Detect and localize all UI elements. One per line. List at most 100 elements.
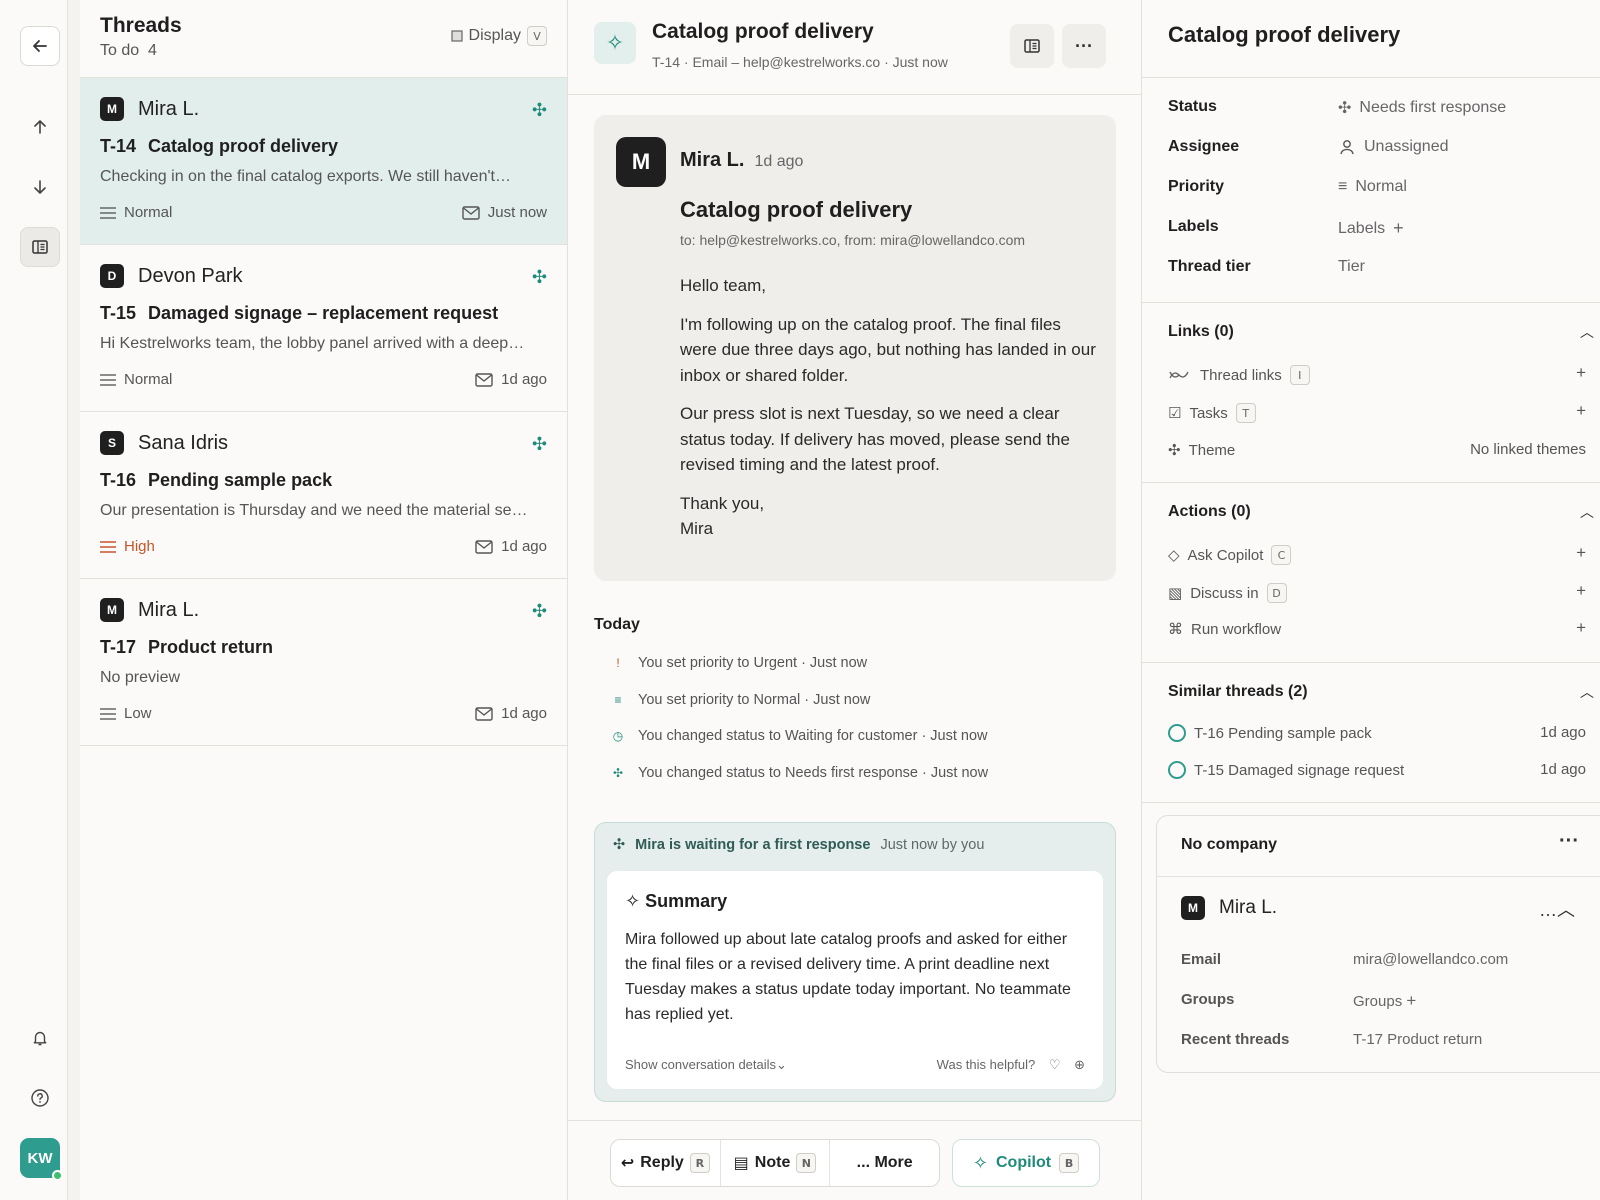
heart-icon[interactable]: ♡ bbox=[1049, 1057, 1061, 1072]
chevron-up-icon[interactable]: ︿ bbox=[1580, 322, 1594, 342]
similar-thread-item[interactable]: T-16 Pending sample pack bbox=[1168, 724, 1372, 742]
theme-label: Theme bbox=[1188, 441, 1236, 459]
display-label: Display bbox=[468, 27, 521, 44]
thread-card[interactable]: M Mira L. ✣ T-14 Catalog proof delivery C… bbox=[80, 78, 567, 245]
back-arrow-icon[interactable] bbox=[20, 26, 60, 66]
help-icon[interactable] bbox=[20, 1078, 60, 1118]
thread-author: M Mira L. bbox=[100, 97, 199, 121]
sparkle-icon: ✧ bbox=[594, 22, 636, 64]
divider bbox=[1142, 482, 1600, 483]
thread-time: 1d ago bbox=[475, 705, 547, 722]
thread-card[interactable]: M Mira L. ✣ T-17 Product return No previe… bbox=[80, 579, 567, 746]
discuss-label: Discuss in bbox=[1190, 584, 1259, 602]
status-text: Needs first response bbox=[1359, 99, 1507, 116]
divider bbox=[1142, 302, 1600, 303]
add-task-button[interactable]: + bbox=[1576, 401, 1586, 421]
summary-header: ✧ Summary bbox=[625, 891, 727, 912]
reply-button[interactable]: ↩ Reply R bbox=[611, 1140, 721, 1186]
toggle-sidebar-button[interactable] bbox=[1010, 24, 1054, 68]
run-workflow-row[interactable]: ⌘ Run workflow bbox=[1168, 620, 1282, 639]
chevron-up-icon[interactable]: ︿ bbox=[1580, 502, 1594, 522]
thread-preview: No preview bbox=[100, 669, 181, 686]
activity-text: You set priority to Urgent · Just now bbox=[638, 655, 868, 671]
ask-copilot-row[interactable]: ◇ Ask Copilot C bbox=[1168, 545, 1292, 565]
thumbs-down-icon[interactable]: ⊕ bbox=[1074, 1057, 1085, 1072]
author-avatar: M bbox=[100, 97, 124, 121]
divider bbox=[1142, 77, 1600, 78]
priority-icon bbox=[100, 206, 116, 219]
note-button[interactable]: ▤ Note N bbox=[721, 1140, 831, 1186]
add-discuss-button[interactable]: + bbox=[1576, 581, 1586, 601]
waiting-header: ✣ Mira is waiting for a first response J… bbox=[613, 837, 984, 853]
add-workflow-button[interactable]: + bbox=[1576, 618, 1586, 638]
workspace-avatar[interactable]: KW bbox=[20, 1138, 63, 1181]
sender-line: Mira L. 1d ago bbox=[680, 149, 803, 172]
chevron-up-icon[interactable]: ︿ bbox=[1580, 682, 1594, 702]
more-options-button[interactable]: ··· bbox=[1062, 24, 1106, 68]
arrow-up-icon[interactable] bbox=[20, 107, 60, 147]
tasks-label: Tasks bbox=[1189, 404, 1228, 422]
thread-id: T-16 bbox=[100, 470, 137, 490]
email-message: M Mira L. 1d ago Catalog proof delivery t… bbox=[594, 115, 1116, 581]
similar-thread-item[interactable]: T-15 Damaged signage request bbox=[1168, 761, 1404, 779]
discuss-row[interactable]: ▧ Discuss in D bbox=[1168, 583, 1287, 603]
thread-card[interactable]: S Sana Idris ✣ T-16 Pending sample pack O… bbox=[80, 412, 567, 579]
note-label: Note bbox=[754, 1154, 791, 1171]
arrow-down-icon[interactable] bbox=[20, 167, 60, 207]
panel-icon bbox=[1024, 39, 1040, 53]
tier-value[interactable]: Tier bbox=[1338, 258, 1365, 276]
more-label: ... More bbox=[856, 1154, 913, 1171]
show-details-link[interactable]: Show conversation details⌄ bbox=[625, 1057, 787, 1073]
contact-name: Mira L. bbox=[1219, 897, 1278, 918]
status-move-icon: ✣ bbox=[1338, 100, 1352, 117]
thread-priority: Normal bbox=[100, 204, 172, 221]
theme-icon: ✣ bbox=[1168, 442, 1181, 459]
note-shortcut: N bbox=[796, 1153, 817, 1173]
labels-value[interactable]: Labels + bbox=[1338, 218, 1404, 239]
composer-actions: ↩ Reply R ▤ Note N ... More bbox=[610, 1139, 940, 1187]
labels-label: Labels bbox=[1168, 218, 1219, 235]
email-value[interactable]: mira@lowellandco.com bbox=[1353, 951, 1508, 968]
priority-text: Normal bbox=[124, 371, 173, 388]
ask-copilot-label: Ask Copilot bbox=[1187, 546, 1264, 564]
theme-row: ✣ Theme bbox=[1168, 441, 1236, 460]
bell-icon[interactable] bbox=[20, 1018, 60, 1058]
thread-preview: Our presentation is Thursday and we need… bbox=[100, 502, 528, 519]
author-name: Mira L. bbox=[138, 598, 200, 621]
display-button[interactable]: Display V bbox=[450, 26, 547, 46]
thread-card[interactable]: D Devon Park ✣ T-15 Damaged signage – rep… bbox=[80, 245, 567, 412]
summary-text: Mira followed up about late catalog proo… bbox=[625, 931, 1071, 1023]
status-move-icon: ✣ bbox=[531, 100, 547, 120]
thread-detail-pane: ✧ Catalog proof delivery T-14 · Email – … bbox=[568, 0, 1142, 1200]
contact-options[interactable]: …︿ bbox=[1539, 896, 1575, 922]
waiting-headline: Mira is waiting for a first response bbox=[635, 837, 871, 853]
message-age: 1d ago bbox=[754, 153, 804, 170]
activity-item: ≡ You set priority to Normal · Just now bbox=[612, 692, 870, 708]
thread-author: M Mira L. bbox=[100, 598, 199, 622]
tier-label: Thread tier bbox=[1168, 258, 1251, 275]
groups-value[interactable]: Groups + bbox=[1353, 991, 1416, 1011]
status-value[interactable]: ✣ Needs first response bbox=[1338, 98, 1506, 118]
add-ask-copilot-button[interactable]: + bbox=[1576, 543, 1586, 563]
divider bbox=[1142, 662, 1600, 663]
author-avatar: S bbox=[100, 431, 124, 455]
company-options-icon[interactable]: ··· bbox=[1559, 830, 1579, 853]
similar-thread-label: T-15 Damaged signage request bbox=[1194, 761, 1405, 779]
assignee-value[interactable]: Unassigned bbox=[1338, 138, 1449, 156]
priority-value[interactable]: ≡ Normal bbox=[1338, 178, 1407, 196]
thread-subject-text: Catalog proof delivery bbox=[148, 136, 339, 156]
thread-author: D Devon Park bbox=[100, 264, 243, 288]
details-pane: Catalog proof delivery Status ✣ Needs fir… bbox=[1142, 0, 1600, 1200]
copilot-button[interactable]: ✧ Copilot B bbox=[952, 1139, 1100, 1187]
details-title: Catalog proof delivery bbox=[1168, 22, 1401, 47]
author-avatar: D bbox=[100, 264, 124, 288]
add-thread-link-button[interactable]: + bbox=[1576, 363, 1586, 383]
composer-toolbar: ↩ Reply R ▤ Note N ... More ✧ Copilot B bbox=[568, 1120, 1142, 1200]
display-shortcut: V bbox=[527, 26, 547, 46]
panel-icon[interactable] bbox=[20, 227, 60, 267]
run-workflow-label: Run workflow bbox=[1191, 620, 1282, 638]
waiting-time: Just now by you bbox=[880, 837, 985, 853]
status-label: Status bbox=[1168, 98, 1217, 115]
more-button[interactable]: ... More bbox=[830, 1140, 939, 1186]
recent-thread-link[interactable]: T-17 Product return bbox=[1353, 1031, 1482, 1048]
